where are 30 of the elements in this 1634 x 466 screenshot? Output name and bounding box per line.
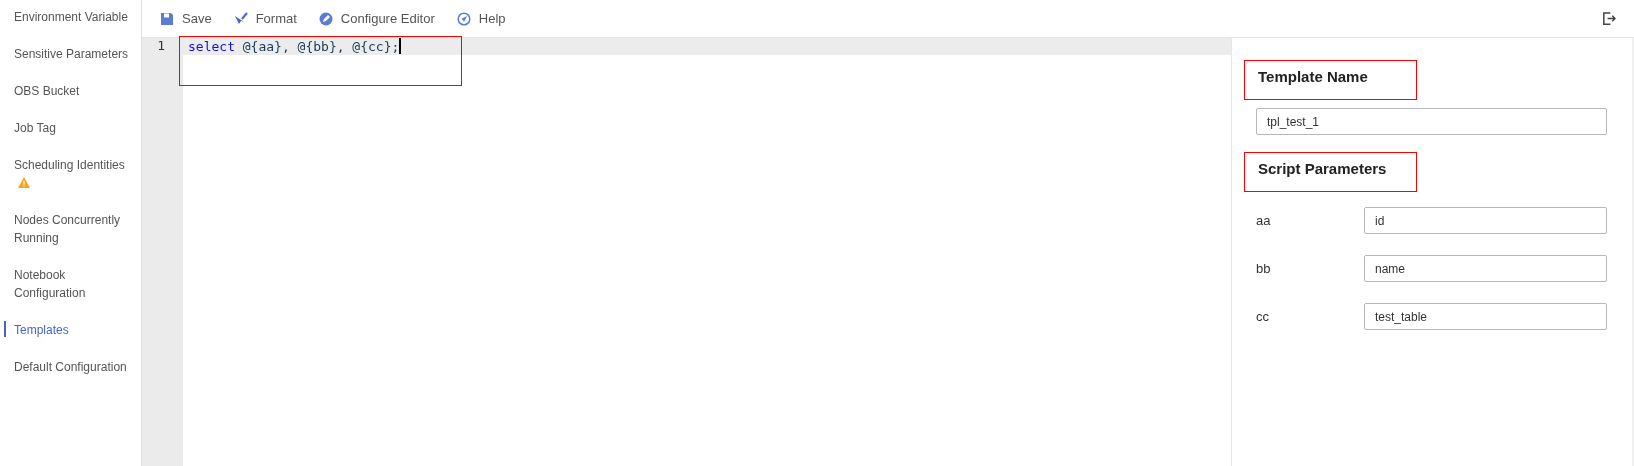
brush-icon [233,11,248,26]
sidebar-item[interactable]: Sensitive Parameters [0,45,141,63]
format-button[interactable]: Format [233,11,297,26]
sidebar-item[interactable]: Default Configuration [0,358,141,376]
code-editor[interactable]: 1 select @{aa}, @{bb}, @{cc}; [142,38,1231,466]
sidebar-item[interactable]: Job Tag [0,119,141,137]
configure-button[interactable]: Configure Editor [318,11,435,26]
parameter-label: bb [1256,261,1271,276]
template-name-field[interactable]: tpl_test_1 [1256,108,1607,135]
compass-icon [456,11,471,26]
pencil-icon [318,11,333,26]
sidebar-item[interactable]: Notebook Configuration [0,266,141,302]
parameter-field[interactable]: test_table [1364,303,1607,330]
parameter-label: aa [1256,213,1271,228]
sidebar-item[interactable]: Nodes Concurrently Running [0,211,141,247]
parameter-field[interactable]: name [1364,255,1607,282]
help-button[interactable]: Help [456,11,506,26]
text-cursor [399,38,402,54]
parameter-field[interactable]: id [1364,207,1607,234]
save-button[interactable]: Save [160,11,212,26]
section-heading: Template Name [1258,68,1368,85]
line-number: 1 [156,38,166,55]
sidebar-item[interactable]: Environment Variable [0,8,141,26]
parameter-label: cc [1256,309,1269,324]
save-icon [160,11,174,26]
exit-icon[interactable] [1601,11,1616,26]
sidebar-item[interactable]: OBS Bucket [0,82,141,100]
sidebar-item[interactable]: Templates [0,321,141,339]
section-heading: Script Parameters [1258,160,1387,177]
sidebar-item[interactable]: Scheduling Identities [0,156,141,192]
